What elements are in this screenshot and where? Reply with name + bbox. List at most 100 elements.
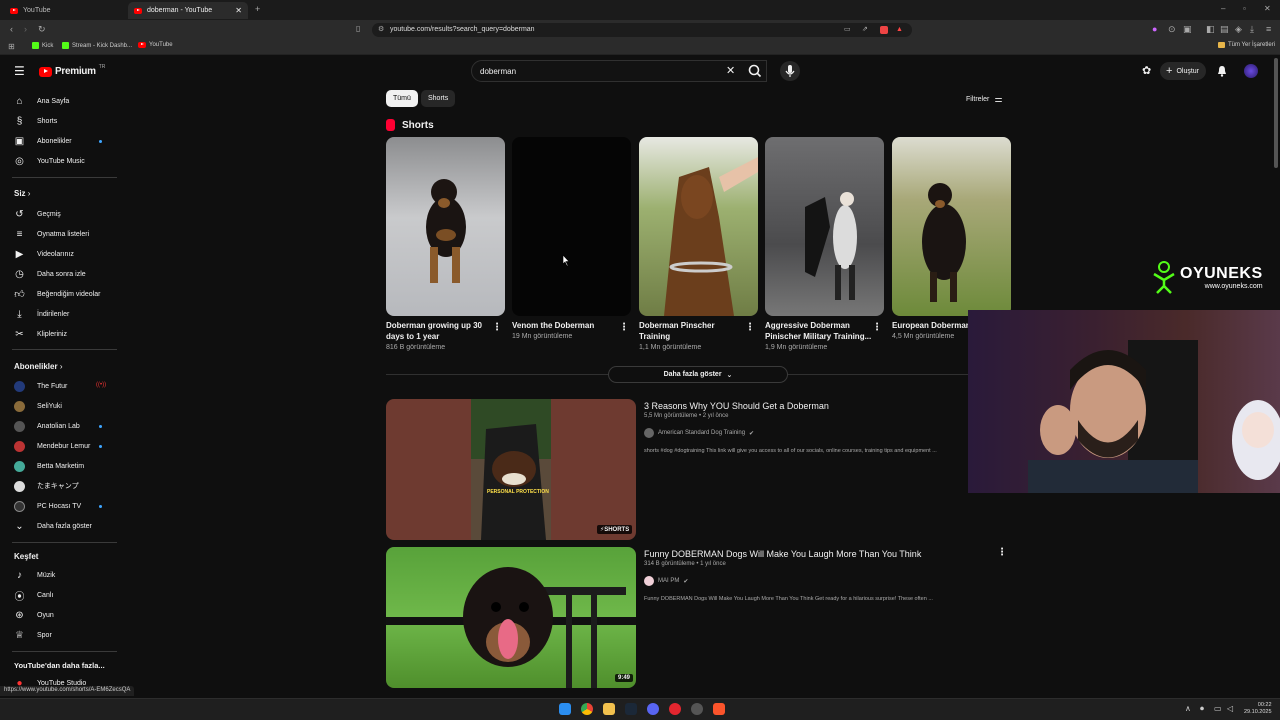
clock[interactable]: 00:22 29.10.2025 (1244, 702, 1272, 716)
vpn-icon[interactable]: ◈ (1235, 24, 1242, 34)
url-field[interactable]: ⚙ youtube.com/results?search_query=dober… (372, 23, 912, 37)
sidebar-item-clips[interactable]: ✂ Klipleriniz (14, 327, 67, 341)
more-options-icon[interactable]: ⋮ (492, 322, 502, 333)
sidebar-sub-seliyuki[interactable]: SeliYuki (14, 399, 62, 413)
sidebar-sub-betta-marketim[interactable]: Betta Marketim (14, 459, 84, 473)
steam-icon[interactable] (625, 703, 637, 715)
short-title[interactable]: Venom the Doberman (512, 320, 594, 331)
page-scrollbar[interactable] (1274, 58, 1278, 168)
short-thumbnail[interactable] (512, 137, 631, 316)
search-input[interactable]: doberman ✕ (471, 60, 767, 82)
extension-icon-3[interactable]: ▣ (1183, 24, 1192, 34)
sidebar-item-live[interactable]: ⦿ Canlı (14, 588, 54, 603)
downloads-icon[interactable]: ⤓ (1250, 24, 1254, 34)
notifications-bell-icon[interactable] (1216, 65, 1228, 77)
short-title[interactable]: Aggressive Doberman Pinischer Military Tr… (765, 320, 871, 342)
short-title[interactable]: Doberman growing up 30 days to 1 year (386, 320, 482, 342)
filters-button[interactable]: Filtreler ⚌ (966, 94, 1002, 105)
short-thumbnail[interactable] (765, 137, 884, 316)
video-title[interactable]: 3 Reasons Why YOU Should Get a Doberman (644, 400, 829, 412)
short-title[interactable]: Doberman Pinscher Training (639, 320, 715, 342)
volume-icon[interactable]: ◁ (1227, 704, 1233, 713)
sidebar-sub-the-futur[interactable]: The Futur (14, 379, 67, 393)
youtube-premium-logo[interactable]: Premium TR (39, 64, 105, 77)
maximize-icon[interactable]: ▫ (1243, 4, 1246, 14)
file-explorer-icon[interactable] (603, 703, 615, 715)
rewards-icon[interactable]: ▲ (896, 23, 903, 37)
chip-all[interactable]: Tümü (386, 90, 418, 107)
sidebar-sub-pc-hocasi-tv[interactable]: PC Hocası TV (14, 499, 81, 513)
sidebar-show-more[interactable]: ⌄ Daha fazla göster (14, 519, 92, 533)
chrome-icon[interactable] (581, 703, 593, 715)
clear-search-icon[interactable]: ✕ (726, 64, 735, 77)
sidebar-heading-subscriptions[interactable]: Abonelikler › (14, 362, 62, 371)
reload-icon[interactable]: ↻ (38, 24, 46, 34)
obs-icon[interactable] (691, 703, 703, 715)
new-tab-icon[interactable]: + (255, 4, 260, 14)
minimize-icon[interactable]: – (1221, 4, 1225, 14)
brave-shield-icon[interactable] (880, 26, 888, 34)
sidebar-sub-tama-camp[interactable]: たまキャンプ (14, 479, 79, 493)
sidebar-sub-mendebur-lemur[interactable]: Mendebur Lemur (14, 439, 90, 453)
bookmark-youtube[interactable]: YouTube (138, 42, 173, 48)
sidebar-item-your-videos[interactable]: ▶ Videolarınız (14, 247, 74, 261)
search-button[interactable] (740, 60, 772, 82)
wallet-icon[interactable]: ▤ (1220, 24, 1229, 34)
sidebar-item-subscriptions[interactable]: ▣ Abonelikler (14, 134, 72, 148)
sidebar-item-playlists[interactable]: ≡ Oynatma listeleri (14, 227, 90, 241)
tab-doberman[interactable]: doberman - YouTube ✕ (128, 2, 248, 19)
sidebar-item-youtube-music[interactable]: ◎ YouTube Music (14, 154, 85, 168)
more-options-icon[interactable]: ⋮ (872, 322, 882, 333)
sidebar-item-downloads[interactable]: ⤓ İndirilenler (14, 307, 69, 321)
forward-icon[interactable]: › (24, 24, 27, 34)
sidebar-item-gaming[interactable]: ⊛ Oyun (14, 608, 53, 622)
start-windows-icon[interactable] (559, 703, 571, 715)
discord-icon[interactable] (647, 703, 659, 715)
sidebar-item-watch-later[interactable]: ◷ Daha sonra izle (14, 267, 86, 281)
short-title[interactable]: European Doberman (892, 320, 971, 331)
opera-icon[interactable] (669, 703, 681, 715)
sidebar-item-sports[interactable]: ♕ Spor (14, 628, 52, 642)
voice-search-button[interactable] (780, 61, 800, 81)
video-thumbnail[interactable]: PERSONAL PROTECTION ⚡SHORTS (386, 399, 636, 540)
bookmark-kick[interactable]: Kick (32, 42, 53, 49)
apps-grid-icon[interactable]: ⊞ (8, 42, 15, 52)
sidebar-sub-anatolian-lab[interactable]: Anatolian Lab (14, 419, 80, 433)
sidebar-item-shorts[interactable]: § Shorts (14, 114, 58, 128)
video-thumbnail[interactable]: 9:49 (386, 547, 636, 688)
account-avatar[interactable] (1244, 64, 1258, 78)
extension-icon[interactable]: ● (1152, 24, 1157, 34)
channel-link[interactable]: MAI PM ✔ (644, 576, 688, 586)
back-icon[interactable]: ‹ (10, 24, 13, 34)
tray-chevron-icon[interactable]: ∧ (1185, 704, 1191, 713)
sidebar-item-liked-videos[interactable]: 👍︎ Beğendiğim videolar (14, 287, 100, 301)
sidebar-item-music[interactable]: ♪ Müzik (14, 568, 55, 582)
site-info-icon[interactable]: ⚙ (378, 23, 384, 37)
shorts-show-more-button[interactable]: Daha fazla göster ⌄ (608, 366, 788, 383)
close-window-icon[interactable]: ✕ (1264, 4, 1271, 14)
menu-icon[interactable]: ≡ (1266, 24, 1271, 34)
video-title[interactable]: Funny DOBERMAN Dogs Will Make You Laugh … (644, 548, 921, 560)
bookmark-kick-dashboard[interactable]: Stream - Kick Dashb... (62, 42, 132, 49)
more-options-icon[interactable]: ⋮ (997, 547, 1007, 558)
short-thumbnail[interactable] (892, 137, 1011, 316)
bookmark-icon[interactable]: ▯ (356, 24, 360, 34)
channel-link[interactable]: American Standard Dog Training ✔ (644, 428, 754, 438)
create-button[interactable]: + Oluştur (1160, 62, 1206, 80)
settings-gear-icon[interactable]: ✿ (1142, 64, 1151, 77)
more-options-icon[interactable]: ⋮ (619, 322, 629, 333)
cast-icon[interactable]: ▭ (844, 23, 851, 37)
hamburger-menu-icon[interactable]: ☰ (14, 65, 25, 77)
sidebar-item-history[interactable]: ↺ Geçmiş (14, 207, 60, 221)
sidebar-heading-you[interactable]: Siz › (14, 189, 30, 198)
more-options-icon[interactable]: ⋮ (745, 322, 755, 333)
brave-browser-icon[interactable] (713, 703, 725, 715)
extension-icon-2[interactable]: ⊙ (1168, 24, 1176, 34)
short-thumbnail[interactable] (386, 137, 505, 316)
tray-mic-icon[interactable]: ⏺ (1200, 704, 1204, 714)
sidebar-toggle-icon[interactable]: ◧ (1206, 24, 1215, 34)
share-icon[interactable]: ⇗ (862, 23, 868, 37)
close-tab-icon[interactable]: ✕ (235, 6, 242, 15)
sidebar-item-home[interactable]: ⌂ Ana Sayfa (14, 94, 69, 108)
short-thumbnail[interactable] (639, 137, 758, 316)
